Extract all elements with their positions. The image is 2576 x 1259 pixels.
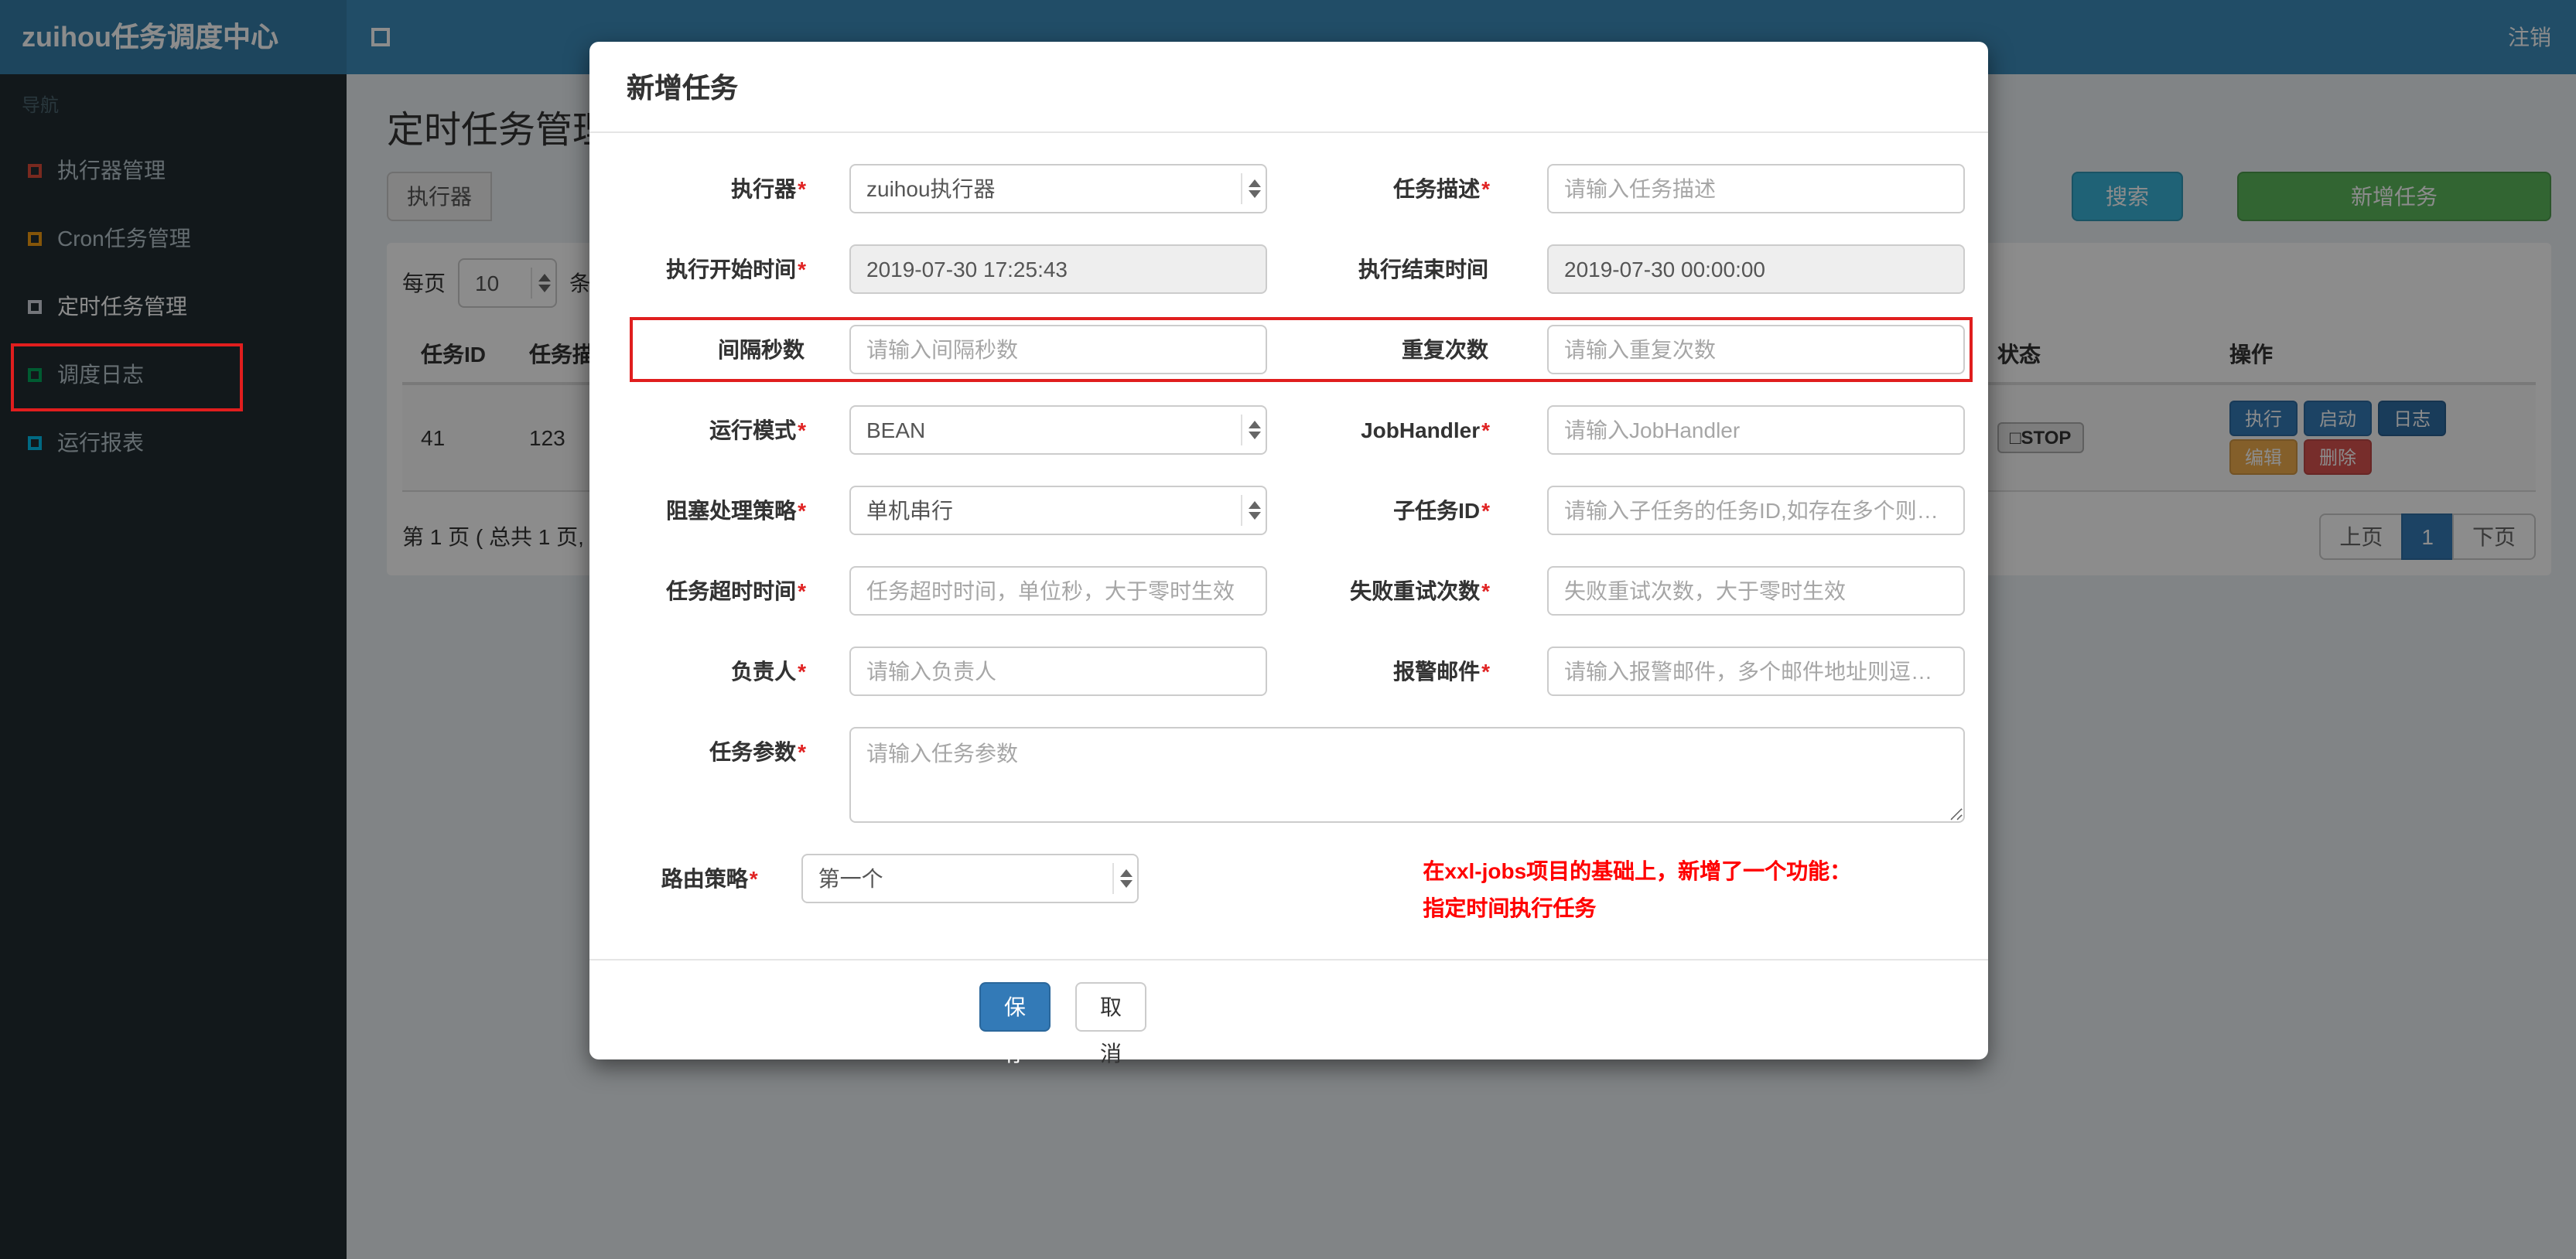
alarm-email-input[interactable]	[1547, 647, 1965, 696]
route-strategy-select-value: 第一个	[818, 866, 883, 891]
child-task-label: 子任务ID *	[1267, 486, 1547, 535]
run-mode-label: 运行模式 *	[589, 405, 849, 455]
required-asterisk: *	[1481, 578, 1490, 603]
required-asterisk: *	[1481, 498, 1490, 523]
interval-input[interactable]	[849, 325, 1267, 374]
label-text: 子任务ID	[1393, 498, 1481, 523]
select-arrows-icon	[1241, 495, 1261, 526]
executor-label: 执行器 *	[589, 164, 849, 213]
retry-input[interactable]	[1547, 566, 1965, 616]
save-button[interactable]: 保存	[979, 981, 1051, 1065]
required-asterisk: *	[798, 739, 806, 764]
form-row-task-param: 任务参数 *	[589, 727, 1988, 823]
repeat-input[interactable]	[1547, 325, 1965, 374]
required-asterisk: *	[798, 176, 806, 201]
run-mode-select-value: BEAN	[866, 418, 926, 442]
required-asterisk: *	[1481, 176, 1490, 201]
author-input[interactable]	[849, 647, 1267, 696]
timeout-label: 任务超时时间 *	[589, 566, 849, 616]
required-asterisk: *	[798, 659, 806, 684]
label-text: 间隔秒数	[718, 337, 805, 362]
form-row-block-child: 阻塞处理策略 * 单机串行 子任务ID *	[589, 486, 1988, 535]
block-strategy-select[interactable]: 单机串行	[849, 486, 1267, 535]
label-text: 执行开始时间	[666, 257, 797, 281]
modal-footer: 保存 取消	[589, 958, 1988, 1065]
required-asterisk: *	[1481, 418, 1490, 442]
label-text: JobHandler	[1361, 418, 1481, 442]
form-row-route-strategy: 路由策略 * 第一个 在xxl-jobs项目的基础上，新增了一个功能： 指定时间执…	[589, 854, 1988, 927]
required-asterisk: *	[798, 257, 806, 281]
add-task-modal: 新增任务 执行器* zuihou执行器 任务描述* 执行开始时间* 执行结束时间	[589, 42, 1988, 1065]
retry-label: 失败重试次数 *	[1267, 566, 1547, 616]
select-arrows-icon	[1112, 863, 1133, 894]
start-time-input[interactable]	[849, 244, 1267, 294]
route-strategy-label: 路由策略 *	[589, 854, 801, 927]
label-text: 任务参数	[709, 739, 797, 764]
app-window: zuihou任务调度中心 注销 导航 执行器管理 Cron任务管理 定时任务管理	[0, 0, 2576, 1259]
form-row-executor-desc: 执行器 * zuihou执行器 任务描述 *	[589, 164, 1988, 213]
modal-header: 新增任务	[589, 42, 1988, 133]
required-asterisk: *	[749, 866, 758, 891]
end-time-label: 执行结束时间	[1267, 244, 1547, 294]
modal-body: 执行器* zuihou执行器 任务描述* 执行开始时间* 执行结束时间 间隔秒数	[589, 133, 1988, 927]
executor-select-value: zuihou执行器	[866, 176, 996, 201]
label-text: 执行结束时间	[1358, 257, 1488, 281]
interval-label: 间隔秒数	[589, 325, 849, 374]
block-strategy-select-value: 单机串行	[866, 498, 953, 523]
required-asterisk: *	[798, 498, 806, 523]
jobhandler-input[interactable]	[1547, 405, 1965, 455]
alarm-email-label: 报警邮件 *	[1267, 647, 1547, 696]
jobhandler-label: JobHandler *	[1267, 405, 1547, 455]
label-text: 任务超时时间	[666, 578, 797, 603]
end-time-input[interactable]	[1547, 244, 1965, 294]
label-text: 运行模式	[709, 418, 797, 442]
start-time-label: 执行开始时间 *	[589, 244, 849, 294]
select-arrows-icon	[1241, 173, 1261, 204]
select-arrows-icon	[1241, 415, 1261, 445]
feature-note-line2: 指定时间执行任务	[1423, 895, 1597, 920]
form-row-timeout-retry: 任务超时时间* 失败重试次数*	[589, 566, 1988, 616]
feature-note-line1: 在xxl-jobs项目的基础上，新增了一个功能：	[1423, 858, 1852, 883]
executor-select[interactable]: zuihou执行器	[849, 164, 1267, 213]
author-label: 负责人 *	[589, 647, 849, 696]
label-text: 执行器	[731, 176, 797, 201]
route-strategy-select[interactable]: 第一个	[801, 854, 1139, 903]
form-row-start-end-time: 执行开始时间* 执行结束时间	[589, 244, 1988, 294]
label-text: 任务描述	[1393, 176, 1481, 201]
task-desc-label: 任务描述 *	[1267, 164, 1547, 213]
timeout-input[interactable]	[849, 566, 1267, 616]
form-row-glue-handler: 运行模式 * BEAN JobHandler *	[589, 405, 1988, 455]
label-text: 负责人	[731, 659, 797, 684]
form-row-author-email: 负责人* 报警邮件*	[589, 647, 1988, 696]
label-text: 重复次数	[1402, 337, 1488, 362]
run-mode-select[interactable]: BEAN	[849, 405, 1267, 455]
modal-title: 新增任务	[627, 73, 738, 104]
required-asterisk: *	[798, 418, 806, 442]
task-desc-input[interactable]	[1547, 164, 1965, 213]
feature-note: 在xxl-jobs项目的基础上，新增了一个功能： 指定时间执行任务	[1423, 854, 1988, 927]
cancel-button[interactable]: 取消	[1075, 981, 1146, 1065]
required-asterisk: *	[1481, 659, 1490, 684]
label-text: 路由策略	[661, 866, 748, 891]
label-text: 报警邮件	[1393, 659, 1481, 684]
child-task-input[interactable]	[1547, 486, 1965, 535]
label-text: 阻塞处理策略	[666, 498, 797, 523]
label-text: 失败重试次数	[1350, 578, 1481, 603]
block-strategy-label: 阻塞处理策略 *	[589, 486, 849, 535]
task-param-textarea[interactable]	[849, 727, 1965, 823]
form-row-interval-repeat: 间隔秒数 重复次数	[589, 325, 1988, 374]
task-param-label: 任务参数 *	[589, 727, 849, 823]
required-asterisk: *	[798, 578, 806, 603]
repeat-label: 重复次数	[1267, 325, 1547, 374]
